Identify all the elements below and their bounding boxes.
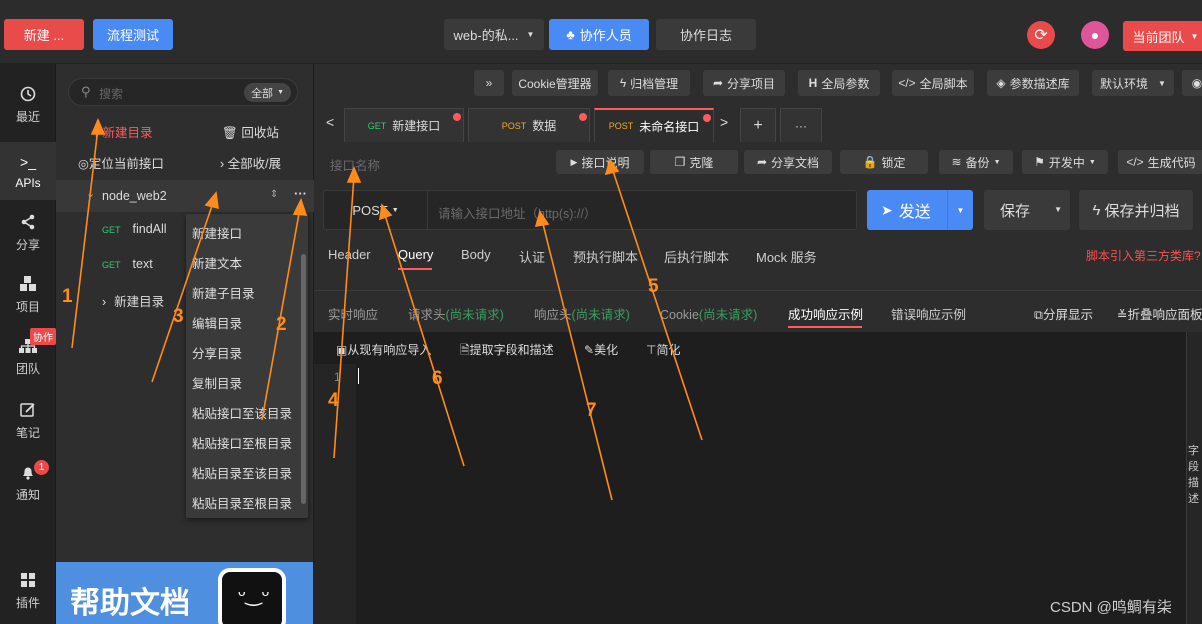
watermark: CSDN @鸣鲷有柒 xyxy=(1050,599,1172,616)
annotation-label: 3 xyxy=(173,306,184,327)
annotation-label: 7 xyxy=(586,400,597,421)
annotation-label: 4 xyxy=(328,390,339,411)
annotation-label: 1 xyxy=(62,286,73,307)
annotation-label: 5 xyxy=(648,276,659,297)
annotation-label: 2 xyxy=(276,314,287,335)
annotation-label: 6 xyxy=(432,368,443,389)
